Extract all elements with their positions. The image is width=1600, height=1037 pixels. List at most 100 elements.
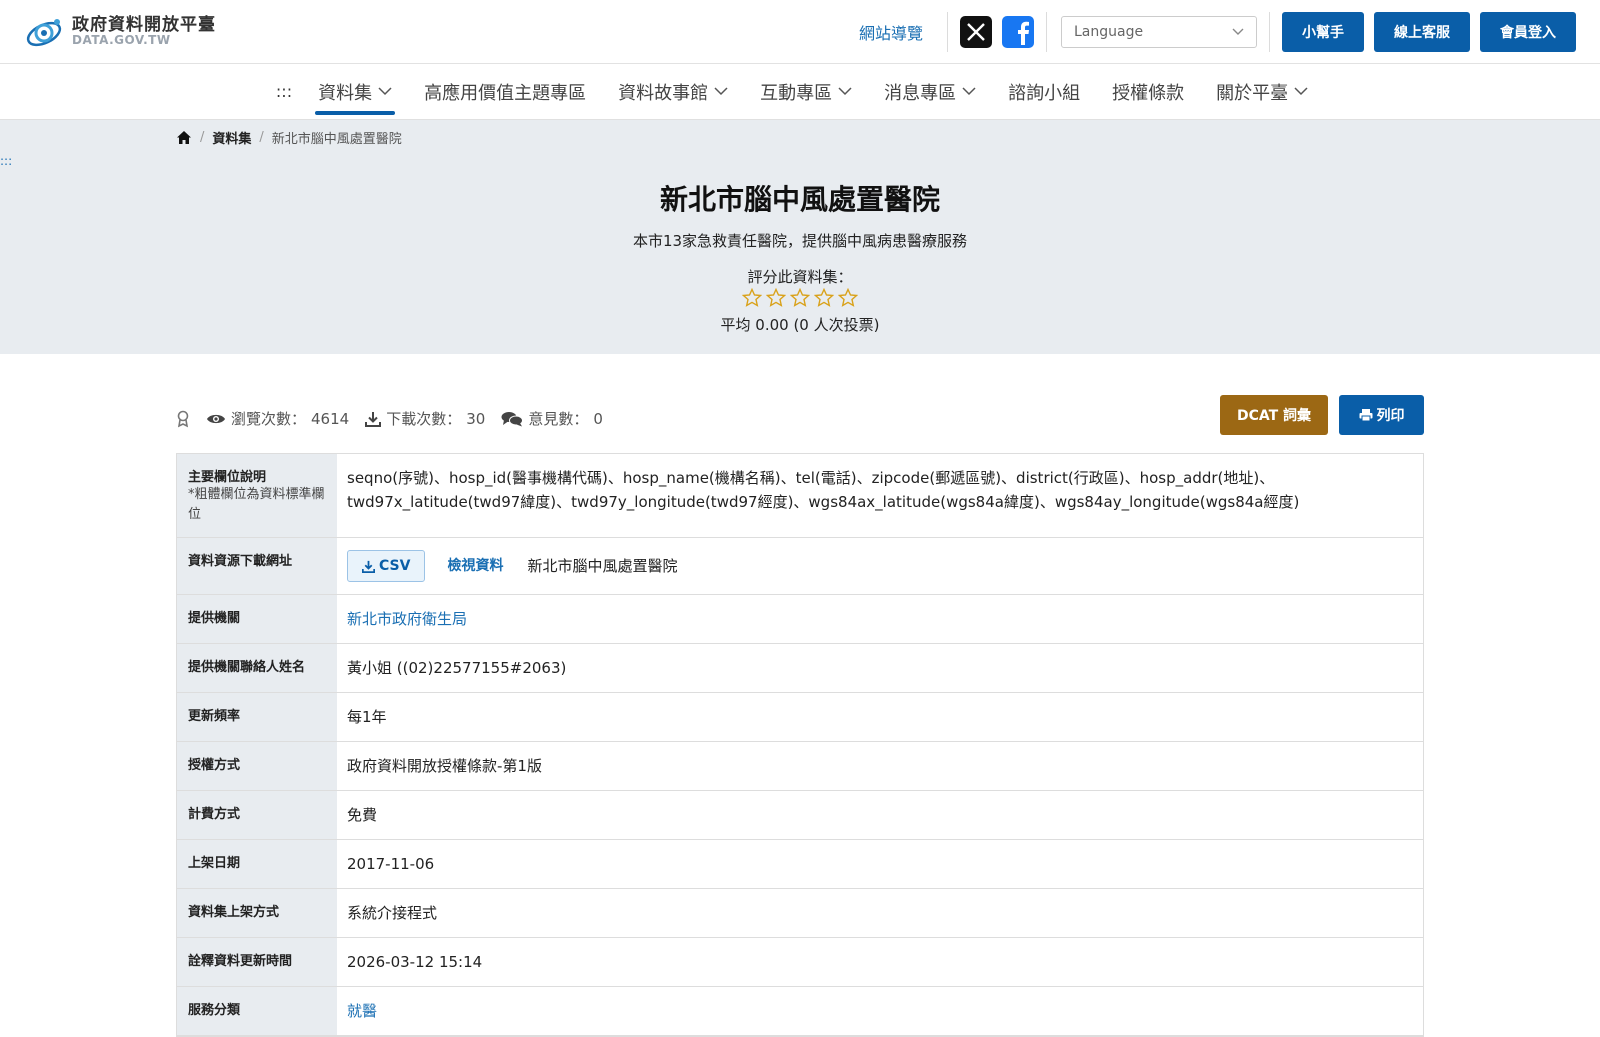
dataset-description: 本市13家急救責任醫院，提供腦中風病患醫療服務 <box>632 232 968 250</box>
dataset-hero: / 資料集 / 新北市腦中風處置醫院 ::: 新北市腦中風處置醫院 本市13家急… <box>0 120 1600 354</box>
star-icon[interactable] <box>790 288 810 307</box>
divider <box>947 12 948 52</box>
nav-item-high-value[interactable]: 高應用價值主題專區 <box>408 64 602 120</box>
language-select[interactable]: Language <box>1061 16 1257 48</box>
table-row: 上架日期 2017-11-06 <box>177 840 1423 890</box>
table-row: 提供機關 新北市政府衛生局 <box>177 595 1423 645</box>
nav-item-license[interactable]: 授權條款 <box>1096 64 1200 120</box>
download-icon <box>365 411 382 427</box>
published-value: 2017-11-06 <box>347 855 435 874</box>
table-row: 計費方式 免費 <box>177 791 1423 841</box>
rating-average: 平均 0.00 (0 人次投票) <box>720 316 880 334</box>
nav-item-label: 關於平臺 <box>1216 82 1289 104</box>
nav-item-interactive[interactable]: 互動專區 <box>744 64 868 120</box>
print-icon <box>1359 409 1372 422</box>
chevron-down-icon <box>378 87 392 96</box>
divider <box>1046 12 1047 52</box>
site-logo[interactable]: 政府資料開放平臺 DATA.GOV.TW <box>24 12 216 52</box>
nav-item-news[interactable]: 消息專區 <box>868 64 992 120</box>
table-row: 資料集上架方式 系統介接程式 <box>177 889 1423 939</box>
comments-label: 意見數： <box>528 410 589 428</box>
views-label: 瀏覽次數： <box>231 410 307 428</box>
nav-item-label: 授權條款 <box>1112 82 1185 104</box>
category-link[interactable]: 就醫 <box>347 1002 377 1020</box>
chevron-down-icon <box>1232 28 1244 35</box>
page-title: 新北市腦中風處置醫院 <box>659 183 940 216</box>
row-header: 授權方式 <box>177 742 337 791</box>
metadata-table: 主要欄位說明 *粗體欄位為資料標準欄位 seqno(序號)、hosp_id(醫事… <box>176 453 1424 1037</box>
nav-item-datasets[interactable]: 資料集 <box>302 64 408 120</box>
chevron-down-icon <box>838 87 852 96</box>
badge-icon <box>176 410 190 428</box>
dcat-button[interactable]: DCAT 詞彙 <box>1220 395 1328 435</box>
table-row: 主要欄位說明 *粗體欄位為資料標準欄位 seqno(序號)、hosp_id(醫事… <box>177 454 1423 539</box>
table-row: 更新頻率 每1年 <box>177 693 1423 743</box>
logo-subtitle: DATA.GOV.TW <box>72 33 171 48</box>
contact-value: 黃小姐 ((02)22577155#2063) <box>347 659 567 678</box>
nav-item-about[interactable]: 關於平臺 <box>1200 64 1324 120</box>
x-twitter-icon[interactable] <box>960 16 992 48</box>
sitemap-link[interactable]: 網站導覽 <box>859 20 923 44</box>
row-header: 更新頻率 <box>177 693 337 742</box>
nav-accesskey[interactable]: ::: <box>276 82 292 101</box>
downloads-count: 30 <box>466 409 486 428</box>
nav-item-stories[interactable]: 資料故事館 <box>602 64 744 120</box>
row-header: 服務分類 <box>177 987 337 1036</box>
table-row: 提供機關聯絡人姓名 黃小姐 ((02)22577155#2063) <box>177 644 1423 694</box>
logo-title: 政府資料開放平臺 <box>72 14 216 35</box>
table-row: 詮釋資料更新時間 2026-03-12 15:14 <box>177 938 1423 988</box>
downloads-stat: 下載次數： 30 <box>365 408 485 429</box>
row-header: 上架日期 <box>177 840 337 889</box>
star-icon[interactable] <box>814 288 834 307</box>
print-button[interactable]: 列印 <box>1339 395 1424 435</box>
downloads-label: 下載次數： <box>386 410 462 428</box>
csv-download-button[interactable]: CSV <box>347 550 426 583</box>
row-header: 計費方式 <box>177 791 337 840</box>
print-label: 列印 <box>1376 408 1405 424</box>
facebook-icon[interactable] <box>1002 16 1034 48</box>
online-service-button[interactable]: 線上客服 <box>1374 12 1470 52</box>
nav-item-label: 諮詢小組 <box>1008 82 1081 104</box>
star-icon[interactable] <box>838 288 858 307</box>
nav-item-label: 資料故事館 <box>618 82 709 104</box>
views-stat: 瀏覽次數： 4614 <box>206 408 349 429</box>
star-icon[interactable] <box>742 288 762 307</box>
breadcrumb-current: 新北市腦中風處置醫院 <box>271 132 402 147</box>
table-row: 服務分類 就醫 <box>177 987 1423 1037</box>
row-header: 主要欄位說明 *粗體欄位為資料標準欄位 <box>177 454 337 538</box>
fields-note: *粗體欄位為資料標準欄位 <box>188 487 325 523</box>
comments-stat: 意見數： 0 <box>501 408 603 429</box>
table-row: 資料資源下載網址 CSV 檢視資料 新北市腦中風處置醫院 <box>177 538 1423 596</box>
chevron-down-icon <box>1294 87 1308 96</box>
provider-link[interactable]: 新北市政府衛生局 <box>347 610 467 628</box>
nav-item-label: 資料集 <box>318 82 373 104</box>
content-accesskey[interactable]: ::: <box>0 154 12 168</box>
divider <box>1269 12 1270 52</box>
star-icon[interactable] <box>766 288 786 307</box>
preview-data-link[interactable]: 檢視資料 <box>447 555 503 577</box>
nav-item-label: 消息專區 <box>884 82 957 104</box>
home-icon[interactable] <box>176 130 192 145</box>
main-nav: ::: 資料集 高應用價值主題專區 資料故事館 互動專區 消息專區 諮詢小組 授… <box>0 64 1600 120</box>
frequency-value: 每1年 <box>347 708 387 727</box>
rating-stars <box>0 288 1600 307</box>
language-select-label: Language <box>1074 24 1144 40</box>
row-header: 提供機關 <box>177 595 337 644</box>
resource-name: 新北市腦中風處置醫院 <box>527 557 678 576</box>
fee-value: 免費 <box>347 806 378 825</box>
license-value: 政府資料開放授權條款-第1版 <box>347 757 542 776</box>
nav-item-advisory[interactable]: 諮詢小組 <box>992 64 1096 120</box>
help-button[interactable]: 小幫手 <box>1282 12 1364 52</box>
table-row: 授權方式 政府資料開放授權條款-第1版 <box>177 742 1423 792</box>
chevron-down-icon <box>714 87 728 96</box>
rating-label: 評分此資料集： <box>747 268 853 286</box>
fields-label: 主要欄位說明 <box>188 470 267 485</box>
breadcrumb-datasets[interactable]: 資料集 <box>212 128 251 147</box>
nav-item-label: 互動專區 <box>760 82 833 104</box>
meta-updated-value: 2026-03-12 15:14 <box>347 953 483 972</box>
fields-value: seqno(序號)、hosp_id(醫事機構代碼)、hosp_name(機構名稱… <box>347 469 1300 511</box>
dataset-stats: 瀏覽次數： 4614 下載次數： 30 意見數： 0 DCAT 詞彙 列印 <box>0 354 1600 450</box>
row-header: 資料資源下載網址 <box>177 538 337 595</box>
row-header: 詮釋資料更新時間 <box>177 938 337 987</box>
login-button[interactable]: 會員登入 <box>1480 12 1576 52</box>
